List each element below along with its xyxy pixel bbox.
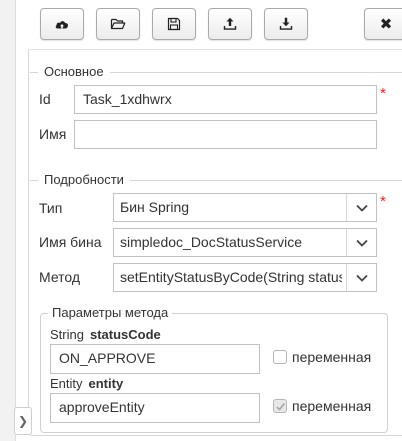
type-required-mark: * xyxy=(380,193,386,210)
save-button[interactable] xyxy=(152,8,196,40)
left-strip xyxy=(0,0,16,441)
toolbar: ✖ xyxy=(28,0,402,50)
variable-checkbox[interactable] xyxy=(273,350,287,364)
id-field[interactable]: Task_1xdhwrx xyxy=(74,85,377,114)
variable-checkbox[interactable] xyxy=(273,399,287,413)
import-button[interactable] xyxy=(264,8,308,40)
variable-label: переменная xyxy=(292,349,372,365)
details-legend: Подробности xyxy=(38,172,130,187)
bean-label: Имя бина xyxy=(39,234,102,250)
bean-select-value: simpledoc_DocStatusService xyxy=(120,234,303,250)
cloud-upload-icon xyxy=(55,21,69,29)
id-label: Id xyxy=(39,91,51,107)
export-icon xyxy=(223,17,237,30)
upload-cloud-button[interactable] xyxy=(40,8,84,40)
id-required-mark: * xyxy=(380,85,386,102)
chevron-down-icon xyxy=(346,229,376,256)
import-icon xyxy=(279,17,293,30)
save-icon xyxy=(167,17,181,31)
close-button[interactable]: ✖ xyxy=(364,8,402,40)
type-select[interactable]: Бин Spring xyxy=(113,193,377,222)
open-folder-button[interactable] xyxy=(96,8,140,40)
param-header: Entity entity xyxy=(50,376,123,391)
param-value-field[interactable]: approveEntity xyxy=(50,393,260,423)
param-value-field[interactable]: ON_APPROVE xyxy=(50,344,260,374)
param-type: String xyxy=(50,327,84,342)
details-section: Подробности xyxy=(30,172,402,187)
name-label: Имя xyxy=(39,126,67,142)
param-name: entity xyxy=(88,376,124,391)
bean-select[interactable]: simpledoc_DocStatusService xyxy=(113,228,377,257)
variable-label: переменная xyxy=(292,398,372,414)
checkmark-icon xyxy=(275,402,285,411)
chevron-right-icon: ❯ xyxy=(17,414,29,428)
chevron-down-icon xyxy=(346,194,376,221)
export-button[interactable] xyxy=(208,8,252,40)
method-select[interactable]: setEntityStatusByCode(String status xyxy=(113,263,377,292)
param-header: String statusCode xyxy=(50,327,161,342)
param-name: statusCode xyxy=(89,327,161,342)
type-select-value: Бин Spring xyxy=(120,199,190,215)
type-label: Тип xyxy=(39,200,63,216)
chevron-down-icon xyxy=(346,264,376,291)
close-icon: ✖ xyxy=(379,16,393,33)
folder-open-icon xyxy=(110,18,126,30)
method-params-legend: Параметры метода xyxy=(48,305,173,320)
expand-panel-button[interactable]: ❯ xyxy=(14,407,32,435)
method-label: Метод xyxy=(39,269,81,285)
name-field[interactable] xyxy=(74,120,377,149)
general-legend: Основное xyxy=(38,64,110,79)
param-type: Entity xyxy=(50,376,83,391)
method-select-value: setEntityStatusByCode(String status xyxy=(120,269,342,285)
general-section: Основное xyxy=(30,64,402,79)
